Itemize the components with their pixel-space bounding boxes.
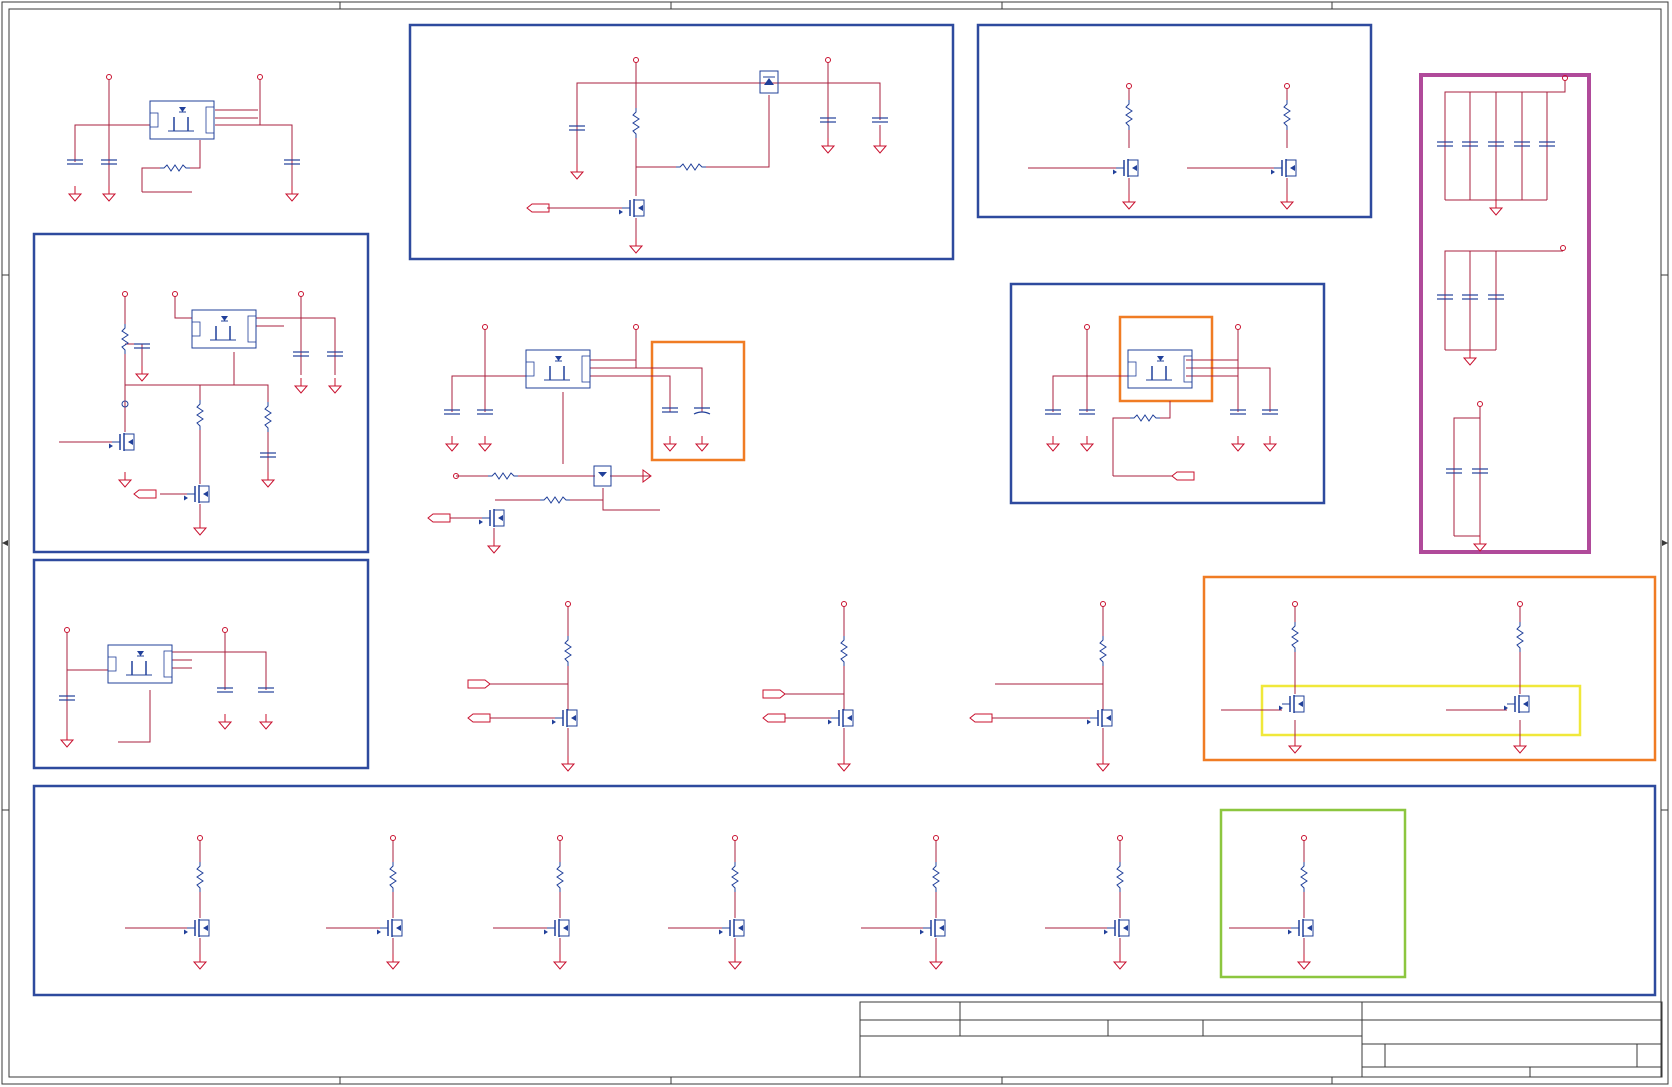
switch-circuit-top-middle (526, 57, 889, 254)
diode-icon (759, 70, 779, 94)
blue-box-top-right (976, 23, 1373, 219)
switch-pair-top-right (1028, 83, 1297, 210)
green-box-fet (1219, 808, 1407, 979)
blue-box-bottom (32, 784, 1657, 997)
right-arrow-icon (1662, 540, 1668, 546)
switch-row-middle (467, 601, 1113, 772)
yellow-box-fets (1260, 684, 1582, 737)
regulator-circuit-center (427, 324, 711, 554)
decoupling-capacitor-banks (1436, 75, 1568, 552)
switch-array-bottom (125, 835, 1314, 970)
switch-pair-right (1221, 601, 1530, 754)
drawing-frame (1, 1, 1669, 1085)
regulator-circuit-left-middle (59, 291, 344, 536)
orange-box-switches (1202, 575, 1657, 762)
blue-box-top-middle (408, 23, 955, 261)
blue-box-left-lower (32, 558, 370, 770)
title-block (859, 1001, 1663, 1078)
blue-box-left-middle (32, 232, 370, 554)
regulator-circuit-left-lower (58, 627, 275, 748)
highlight-boxes (32, 23, 1657, 997)
schematic-canvas (1, 1, 1669, 1085)
orange-box-output-caps (650, 340, 746, 462)
left-arrow-icon (2, 540, 8, 546)
regulator-circuit-top-left (66, 74, 301, 202)
